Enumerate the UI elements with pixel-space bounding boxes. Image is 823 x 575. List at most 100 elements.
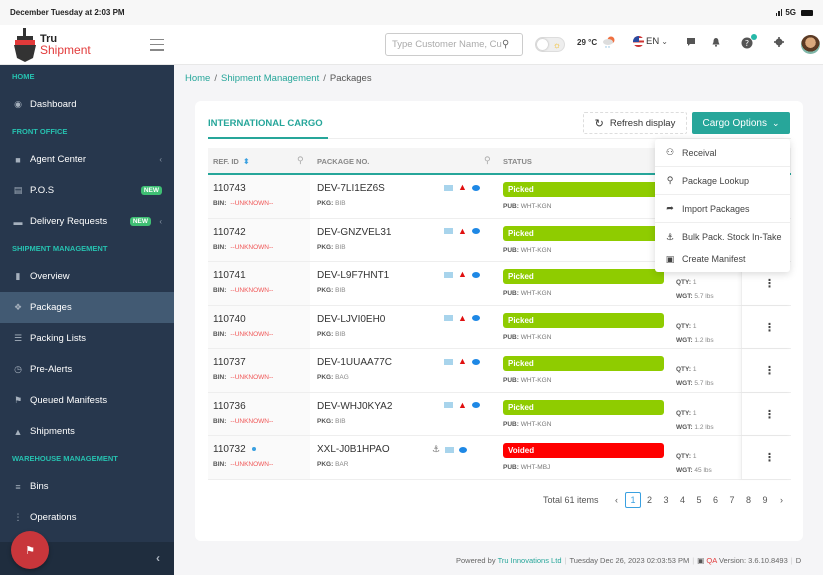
app-logo[interactable]: Tru Shipment [14,25,124,65]
comment-icon[interactable] [471,315,480,321]
ref-id[interactable]: 110741 [213,270,246,281]
page-6-button[interactable]: 6 [708,492,724,508]
comment-icon[interactable] [471,228,480,234]
sidebar-item-shipments[interactable]: ▲ Shipments [0,416,174,447]
package-number[interactable]: DEV-GNZVEL31 [317,227,391,238]
sidebar-item-queued-manifests[interactable]: ⚑ Queued Manifests [0,385,174,416]
page-5-button[interactable]: 5 [691,492,707,508]
help-icon[interactable]: ? [741,34,757,52]
table-row[interactable]: 110740 BIN: --UNKNOWN-- DEV-LJVI0EH0 PKG:… [208,305,791,349]
sidebar-item-pre-alerts[interactable]: ◷ Pre-Alerts [0,354,174,385]
table-row[interactable]: 110736 BIN: --UNKNOWN-- DEV-WHJ0KYA2 PKG:… [208,392,791,436]
row-actions-menu-icon[interactable]: ⋮ [764,277,775,290]
sidebar-item-packing-lists[interactable]: ☰ Packing Lists [0,323,174,354]
ref-id[interactable]: 110743 [213,183,246,194]
menu-item-bulk-pack[interactable]: ⚓ Bulk Pack. Stock In-Take [655,226,790,248]
sidebar-item-pos[interactable]: ▤ P.O.S NEW [0,175,174,206]
table-row[interactable]: 110737 BIN: --UNKNOWN-- DEV-1UUAA77C PKG:… [208,349,791,393]
row-actions-menu-icon[interactable]: ⋮ [764,451,775,464]
menu-item-create-manifest[interactable]: ▣ Create Manifest [655,248,790,270]
sidebar-item-dashboard[interactable]: ◉ Dashboard [0,89,174,120]
warning-icon[interactable]: ▲ [458,226,467,236]
mail-icon[interactable] [444,271,453,278]
company-link[interactable]: Tru Innovations Ltd [498,556,562,565]
sidebar-item-label: Overview [30,271,70,282]
warning-icon[interactable]: ▲ [458,183,467,192]
language-selector[interactable]: EN ⌄ [633,36,668,47]
anchor-icon[interactable]: ⚓ [432,444,440,455]
tab-international-cargo[interactable]: INTERNATIONAL CARGO [208,118,323,129]
report-flag-button[interactable]: ⚑ [11,531,49,569]
customer-search-input[interactable] [392,39,502,50]
menu-item-receival[interactable]: ⚇ Receival [655,139,790,167]
next-page-button[interactable]: › [774,492,790,508]
mail-icon[interactable] [444,184,453,191]
ref-id[interactable]: 110740 [213,314,246,325]
package-number[interactable]: DEV-LJVI0EH0 [317,314,385,325]
mail-icon[interactable] [445,446,455,453]
package-search-icon[interactable]: ⚲ [484,155,491,166]
sort-icon[interactable]: ⬍ [243,157,250,166]
warning-icon[interactable]: ▲ [458,270,467,279]
ref-search-icon[interactable]: ⚲ [297,155,304,166]
package-number[interactable]: DEV-L9F7HNT1 [317,270,389,281]
refresh-display-button[interactable]: ↻ Refresh display [583,112,687,134]
page-3-button[interactable]: 3 [658,492,674,508]
menu-item-import-packages[interactable]: ➦ Import Packages [655,195,790,223]
mail-icon[interactable] [444,315,453,321]
menu-item-package-lookup[interactable]: ⚲ Package Lookup [655,167,790,195]
theme-toggle[interactable]: ☼ [535,37,565,52]
row-actions-menu-icon[interactable]: ⋮ [764,364,775,377]
sidebar-item-bins[interactable]: ≡ Bins [0,471,174,502]
page-9-button[interactable]: 9 [757,492,773,508]
prev-page-button[interactable]: ‹ [609,492,625,508]
sidebar-item-packages[interactable]: ❖ Packages [0,292,174,323]
page-8-button[interactable]: 8 [741,492,757,508]
sidebar-item-agent-center[interactable]: ■ Agent Center ‹ [0,144,174,175]
sidebar-item-operations[interactable]: ⋮ Operations [0,502,174,533]
cargo-options-button[interactable]: Cargo Options ⌄ [692,112,790,134]
comment-icon[interactable] [471,402,480,408]
collapse-sidebar-icon[interactable]: ‹ [156,551,160,565]
pub-label: PUB: WHT-MBJ [503,464,551,471]
comment-icon[interactable] [459,446,468,453]
page-7-button[interactable]: 7 [724,492,740,508]
breadcrumb-shipment-management[interactable]: Shipment Management [221,73,319,84]
ref-id[interactable]: 110737 [213,357,246,368]
package-number[interactable]: XXL-J0B1HPAO [317,444,390,455]
warning-icon[interactable]: ▲ [458,357,467,366]
comment-icon[interactable] [471,358,480,365]
warning-icon[interactable]: ▲ [458,313,467,323]
ref-id[interactable]: 110732 [213,444,256,455]
package-number[interactable]: DEV-7LI1EZ6S [317,183,385,194]
mail-icon[interactable] [444,228,453,234]
package-number[interactable]: DEV-WHJ0KYA2 [317,401,392,412]
row-actions-menu-icon[interactable]: ⋮ [764,321,775,334]
page-4-button[interactable]: 4 [675,492,691,508]
table-row[interactable]: 110732 BIN: --UNKNOWN-- XXL-J0B1HPAO PKG:… [208,436,791,480]
page-1-button[interactable]: 1 [625,492,642,508]
customer-search[interactable]: ⚲ [385,33,523,56]
warning-icon[interactable]: ▲ [458,400,467,410]
avatar[interactable] [801,35,820,54]
gear-icon[interactable] [774,37,784,50]
breadcrumb-home[interactable]: Home [185,73,210,84]
comment-icon[interactable] [471,271,480,278]
bell-icon[interactable] [711,37,721,50]
search-icon[interactable]: ⚲ [502,39,509,50]
ref-id[interactable]: 110742 [213,227,246,238]
package-number[interactable]: DEV-1UUAA77C [317,357,392,368]
breadcrumb-current: Packages [329,73,372,84]
row-actions-menu-icon[interactable]: ⋮ [764,408,775,421]
mail-icon[interactable] [444,402,453,408]
column-ref-id[interactable]: REF. ID ⬍ [213,157,250,166]
comment-icon[interactable] [471,184,480,191]
sidebar-item-overview[interactable]: ▮ Overview [0,261,174,292]
chat-icon[interactable] [686,37,696,50]
menu-icon[interactable] [150,38,164,51]
status-badge: Picked [503,312,664,328]
mail-icon[interactable] [444,358,453,365]
ref-id[interactable]: 110736 [213,401,246,412]
sidebar-item-delivery-requests[interactable]: ▬ Delivery Requests NEW ‹ [0,206,174,237]
page-2-button[interactable]: 2 [642,492,658,508]
